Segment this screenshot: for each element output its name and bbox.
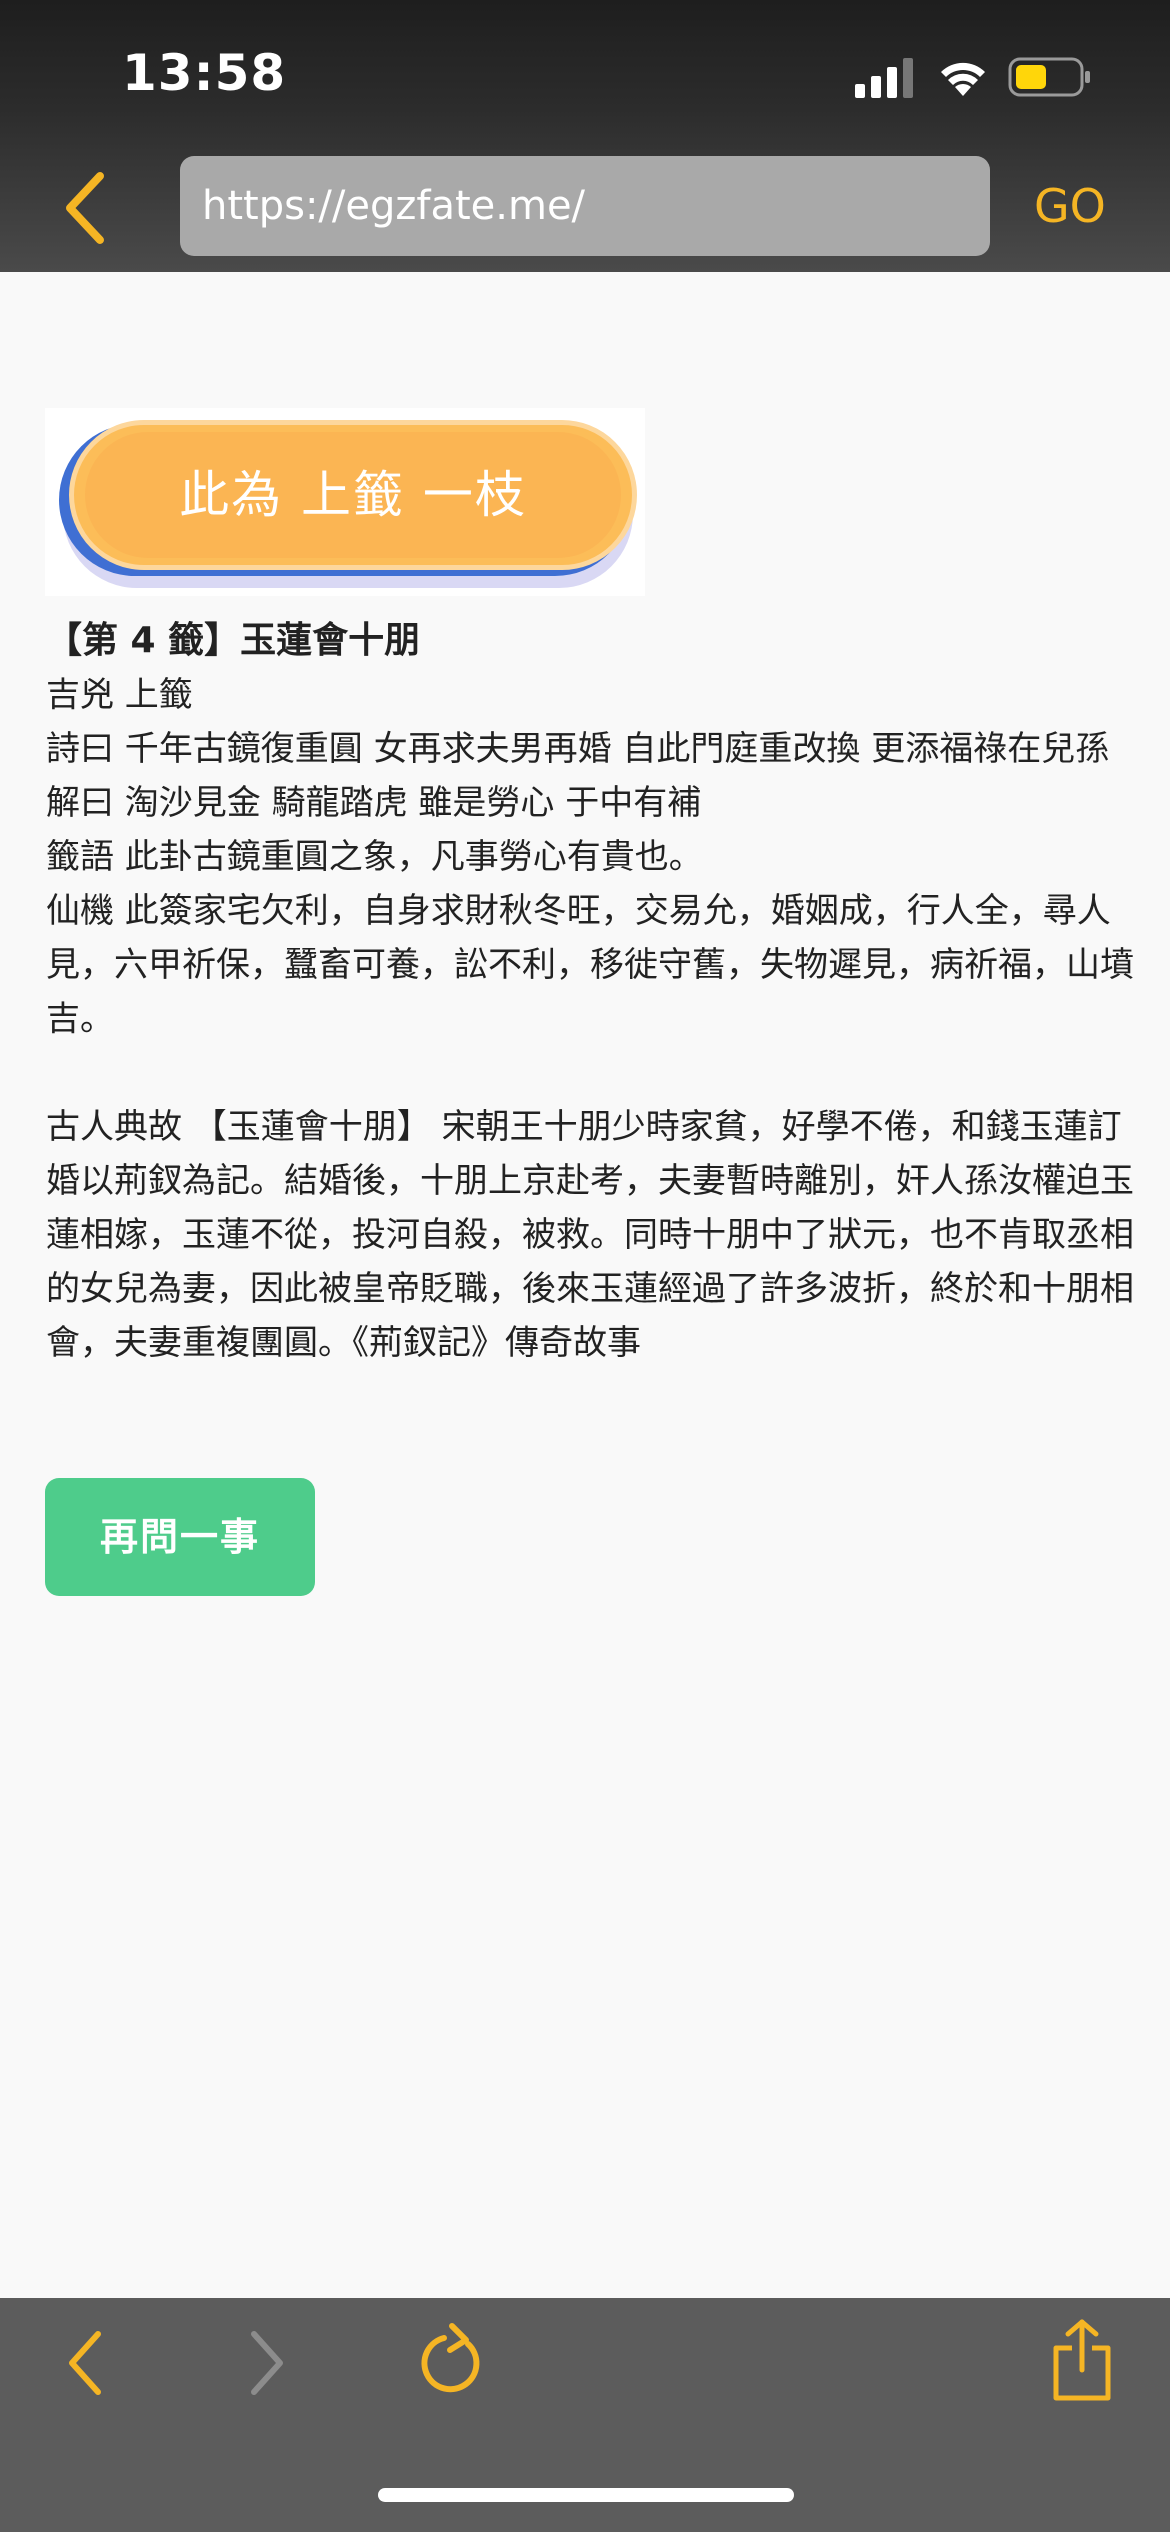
fortune-line-details: 仙機 此簽家宅欠利，自身求財秋冬旺，交易允，婚姻成，行人全，尋人見，六甲祈保，蠶…	[46, 891, 1134, 1039]
share-icon[interactable]	[1050, 2318, 1114, 2402]
wifi-icon	[941, 62, 985, 96]
back-icon[interactable]	[62, 2328, 108, 2398]
status-time: 13:58	[122, 44, 287, 102]
battery-icon	[1008, 57, 1090, 97]
fortune-line-explanation: 解曰 淘沙見金 騎龍踏虎 雖是勞心 于中有補	[46, 783, 702, 823]
go-button[interactable]: GO	[1034, 176, 1106, 236]
fortune-line-rank: 吉兇 上籤	[46, 675, 193, 715]
fortune-story: 古人典故 【玉蓮會十朋】 宋朝王十朋少時家貧，好學不倦，和錢玉蓮訂婚以荊釵為記。…	[46, 1107, 1134, 1363]
browser-header: 13:58 https://egzfate.me/ GO	[0, 0, 1170, 272]
fortune-banner: 此為 上籤 一枝	[45, 408, 645, 596]
banner-label: 此為 上籤 一枝	[179, 466, 527, 524]
fortune-line-poem: 詩曰 千年古鏡復重圓 女再求夫男再婚 自此門庭重改換 更添福祿在兒孫	[46, 729, 1110, 769]
forward-icon[interactable]	[244, 2328, 290, 2398]
fortune-title: 【第 4 籤】玉蓮會十朋	[46, 620, 421, 661]
reload-icon[interactable]	[418, 2320, 490, 2400]
fortune-result: 【第 4 籤】玉蓮會十朋 吉兇 上籤 詩曰 千年古鏡復重圓 女再求夫男再婚 自此…	[46, 614, 1136, 1370]
home-indicator	[378, 2488, 794, 2502]
fortune-line-saying: 籤語 此卦古鏡重圓之象，凡事勞心有貴也。	[46, 837, 703, 877]
back-arrow-icon[interactable]	[60, 170, 110, 246]
cellular-signal-icon	[855, 58, 913, 98]
url-input[interactable]: https://egzfate.me/	[180, 156, 990, 256]
ask-again-button[interactable]: 再問一事	[45, 1478, 315, 1596]
